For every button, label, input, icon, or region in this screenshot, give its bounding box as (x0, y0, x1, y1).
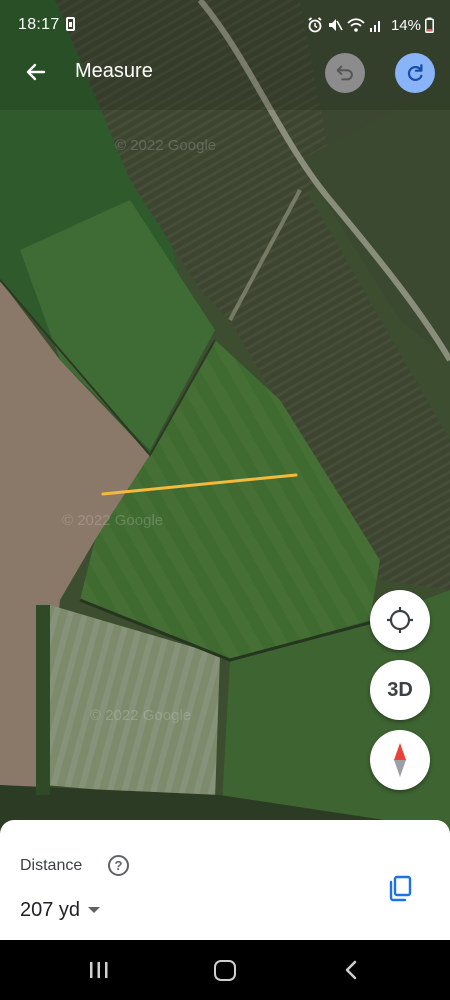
wifi-icon (347, 18, 365, 32)
back-button[interactable] (20, 56, 52, 88)
my-location-button[interactable] (370, 590, 430, 650)
battery-percent: 14% (390, 16, 421, 34)
top-app-bar: Measure (0, 50, 450, 96)
undo-icon (336, 65, 353, 81)
measure-panel: Distance ? 207 yd (0, 820, 450, 940)
mute-icon (328, 19, 343, 31)
redo-button[interactable] (395, 53, 435, 93)
distance-label: Distance (20, 857, 83, 874)
status-icons: 14% (307, 14, 434, 36)
map-watermark: © 2022 Google (62, 512, 163, 529)
battery-icon (425, 17, 434, 33)
system-nav-bar (0, 940, 450, 1000)
signal-icon (369, 21, 380, 32)
help-icon[interactable]: ? (108, 855, 129, 876)
arrow-back-icon (26, 63, 46, 81)
status-bar: 18:17 14% (0, 0, 450, 50)
3d-toggle-button[interactable]: 3D (370, 660, 430, 720)
compass-button[interactable] (370, 730, 430, 790)
alarm-icon (308, 17, 322, 33)
home-icon[interactable] (214, 960, 236, 981)
my-location-icon (387, 607, 413, 633)
nav-back-icon[interactable] (344, 960, 358, 980)
map-watermark: © 2022 Google (90, 707, 191, 724)
chevron-down-icon[interactable] (88, 907, 100, 913)
sim-icon (66, 17, 75, 31)
compass-icon (394, 743, 406, 777)
status-time: 18:17 (18, 16, 60, 33)
copy-icon[interactable] (386, 874, 414, 902)
undo-button[interactable] (325, 53, 365, 93)
distance-value[interactable]: 207 yd (20, 899, 80, 922)
map-watermark: © 2022 Google (115, 137, 216, 154)
page-title: Measure (75, 60, 153, 82)
redo-icon (407, 64, 423, 81)
recent-apps-icon[interactable] (89, 961, 109, 979)
